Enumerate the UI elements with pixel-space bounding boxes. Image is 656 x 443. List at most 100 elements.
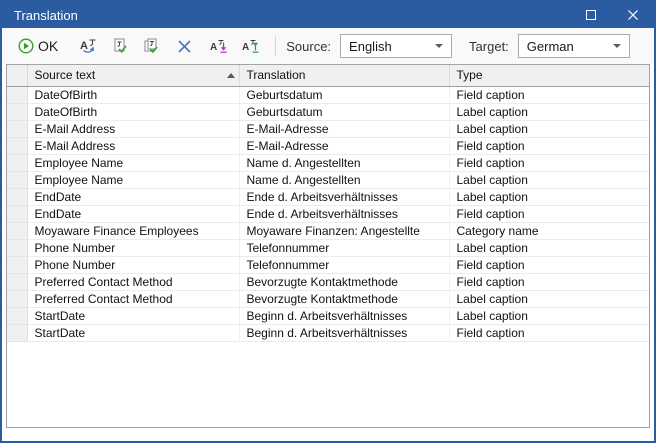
table-row[interactable]: EndDate Ende d. Arbeitsverhältnisses Lab… xyxy=(7,188,649,205)
cell-type[interactable]: Label caption xyxy=(449,239,649,256)
cell-source-text[interactable]: Employee Name xyxy=(27,171,239,188)
table-row[interactable]: DateOfBirth Geburtsdatum Label caption xyxy=(7,103,649,120)
row-indicator-header xyxy=(7,65,27,86)
row-indicator xyxy=(7,171,27,188)
maximize-button[interactable] xyxy=(570,2,612,28)
cell-translation[interactable]: E-Mail-Adresse xyxy=(239,120,449,137)
cell-type[interactable]: Field caption xyxy=(449,86,649,103)
cell-translation[interactable]: Telefonnummer xyxy=(239,239,449,256)
cell-source-text[interactable]: StartDate xyxy=(27,324,239,341)
row-indicator xyxy=(7,188,27,205)
ok-button-label: OK xyxy=(38,38,58,54)
table-row[interactable]: Preferred Contact Method Bevorzugte Kont… xyxy=(7,273,649,290)
table-row[interactable]: StartDate Beginn d. Arbeitsverhältnisses… xyxy=(7,307,649,324)
row-indicator xyxy=(7,222,27,239)
column-header-type[interactable]: Type xyxy=(449,65,649,86)
cell-translation[interactable]: Ende d. Arbeitsverhältnisses xyxy=(239,188,449,205)
cell-source-text[interactable]: StartDate xyxy=(27,307,239,324)
delete-translation-button[interactable] xyxy=(173,36,196,57)
cell-source-text[interactable]: DateOfBirth xyxy=(27,86,239,103)
cell-translation[interactable]: Bevorzugte Kontaktmethode xyxy=(239,273,449,290)
cell-translation[interactable]: Geburtsdatum xyxy=(239,103,449,120)
row-indicator xyxy=(7,256,27,273)
validate-translation-button[interactable] xyxy=(108,35,132,57)
export-translations-icon: A xyxy=(242,37,261,55)
validate-all-translations-button[interactable] xyxy=(139,35,163,57)
cell-type[interactable]: Field caption xyxy=(449,256,649,273)
column-header-source-text[interactable]: Source text xyxy=(27,65,239,86)
target-language-value: German xyxy=(527,39,574,54)
cell-translation[interactable]: E-Mail-Adresse xyxy=(239,137,449,154)
sort-ascending-icon xyxy=(227,73,235,78)
cell-translation[interactable]: Name d. Angestellten xyxy=(239,154,449,171)
row-indicator xyxy=(7,324,27,341)
cell-source-text[interactable]: Phone Number xyxy=(27,256,239,273)
table-row[interactable]: DateOfBirth Geburtsdatum Field caption xyxy=(7,86,649,103)
cell-source-text[interactable]: EndDate xyxy=(27,205,239,222)
cell-translation[interactable]: Name d. Angestellten xyxy=(239,171,449,188)
cell-source-text[interactable]: DateOfBirth xyxy=(27,103,239,120)
cell-type[interactable]: Label caption xyxy=(449,188,649,205)
translation-table: Source text Translation Type xyxy=(7,65,649,342)
cell-type[interactable]: Label caption xyxy=(449,120,649,137)
cell-source-text[interactable]: E-Mail Address xyxy=(27,120,239,137)
ok-button[interactable]: OK xyxy=(14,35,61,57)
cell-type[interactable]: Field caption xyxy=(449,205,649,222)
target-language-select[interactable]: German xyxy=(518,34,630,58)
cell-type[interactable]: Label caption xyxy=(449,307,649,324)
export-translations-button[interactable]: A xyxy=(239,35,264,57)
cell-source-text[interactable]: E-Mail Address xyxy=(27,137,239,154)
cell-source-text[interactable]: Moyaware Finance Employees xyxy=(27,222,239,239)
source-language-select[interactable]: English xyxy=(340,34,452,58)
table-row[interactable]: Phone Number Telefonnummer Field caption xyxy=(7,256,649,273)
table-row[interactable]: Employee Name Name d. Angestellten Field… xyxy=(7,154,649,171)
table-row[interactable]: Moyaware Finance Employees Moyaware Fina… xyxy=(7,222,649,239)
toolbar-separator xyxy=(275,36,276,56)
window-controls xyxy=(570,2,654,28)
row-indicator xyxy=(7,86,27,103)
column-header-translation[interactable]: Translation xyxy=(239,65,449,86)
cell-translation[interactable]: Ende d. Arbeitsverhältnisses xyxy=(239,205,449,222)
cell-type[interactable]: Field caption xyxy=(449,273,649,290)
cell-source-text[interactable]: Employee Name xyxy=(27,154,239,171)
table-row[interactable]: E-Mail Address E-Mail-Adresse Field capt… xyxy=(7,137,649,154)
cell-type[interactable]: Field caption xyxy=(449,154,649,171)
close-icon xyxy=(627,9,639,21)
column-header-label: Source text xyxy=(35,68,96,82)
translation-window: Translation OK A xyxy=(0,0,656,443)
cell-source-text[interactable]: EndDate xyxy=(27,188,239,205)
delete-icon xyxy=(176,38,193,55)
cell-type[interactable]: Label caption xyxy=(449,290,649,307)
table-row[interactable]: Phone Number Telefonnummer Label caption xyxy=(7,239,649,256)
toolbar: OK A xyxy=(2,28,654,64)
close-button[interactable] xyxy=(612,2,654,28)
translate-button[interactable]: A xyxy=(76,35,101,57)
cell-translation[interactable]: Bevorzugte Kontaktmethode xyxy=(239,290,449,307)
table-row[interactable]: EndDate Ende d. Arbeitsverhältnisses Fie… xyxy=(7,205,649,222)
cell-source-text[interactable]: Preferred Contact Method xyxy=(27,290,239,307)
cell-type[interactable]: Field caption xyxy=(449,137,649,154)
titlebar: Translation xyxy=(2,2,654,28)
cell-translation[interactable]: Telefonnummer xyxy=(239,256,449,273)
window-title: Translation xyxy=(14,8,78,23)
cell-source-text[interactable]: Preferred Contact Method xyxy=(27,273,239,290)
translation-grid: Source text Translation Type xyxy=(6,64,650,428)
cell-translation[interactable]: Geburtsdatum xyxy=(239,86,449,103)
cell-type[interactable]: Field caption xyxy=(449,324,649,341)
cell-translation[interactable]: Beginn d. Arbeitsverhältnisses xyxy=(239,307,449,324)
import-translations-button[interactable]: A xyxy=(207,35,232,57)
cell-type[interactable]: Category name xyxy=(449,222,649,239)
cell-translation[interactable]: Beginn d. Arbeitsverhältnisses xyxy=(239,324,449,341)
table-row[interactable]: StartDate Beginn d. Arbeitsverhältnisses… xyxy=(7,324,649,341)
column-header-label: Type xyxy=(457,68,483,82)
window-bottom-margin xyxy=(2,428,654,441)
table-row[interactable]: E-Mail Address E-Mail-Adresse Label capt… xyxy=(7,120,649,137)
table-row[interactable]: Employee Name Name d. Angestellten Label… xyxy=(7,171,649,188)
table-row[interactable]: Preferred Contact Method Bevorzugte Kont… xyxy=(7,290,649,307)
row-indicator xyxy=(7,307,27,324)
grid-header-row: Source text Translation Type xyxy=(7,65,649,86)
cell-source-text[interactable]: Phone Number xyxy=(27,239,239,256)
cell-type[interactable]: Label caption xyxy=(449,171,649,188)
cell-type[interactable]: Label caption xyxy=(449,103,649,120)
cell-translation[interactable]: Moyaware Finanzen: Angestellte xyxy=(239,222,449,239)
